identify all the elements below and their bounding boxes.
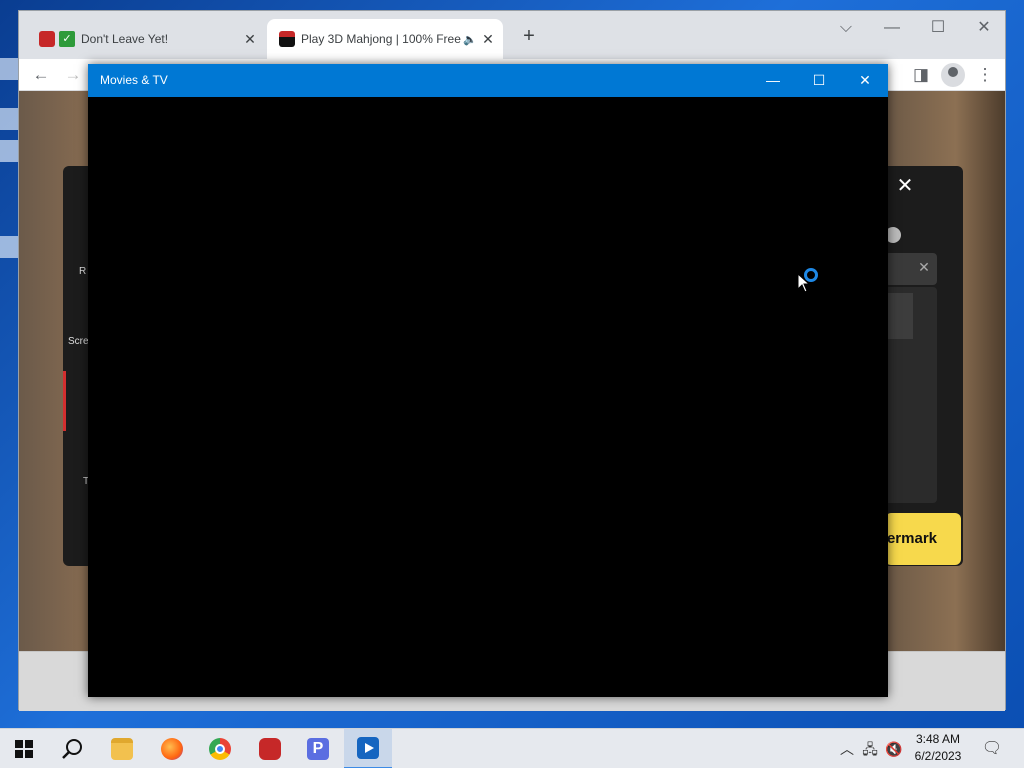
dialog-close-icon[interactable]: ✕ <box>893 173 917 197</box>
close-button[interactable]: ✕ <box>961 13 1007 43</box>
movies-tv-icon <box>357 737 379 759</box>
minimize-button[interactable]: — <box>750 64 796 97</box>
clock-time: 3:48 AM <box>915 732 961 746</box>
tab-close-icon[interactable]: ✕ <box>477 31 499 48</box>
firefox-button[interactable] <box>148 729 196 768</box>
file-explorer-button[interactable] <box>98 729 146 768</box>
menu-kebab-icon[interactable]: ⋮ <box>973 63 997 87</box>
start-button[interactable] <box>0 729 48 768</box>
clear-field-icon[interactable]: ✕ <box>915 259 933 277</box>
desktop-icon[interactable] <box>0 140 18 162</box>
p-app-button[interactable]: P <box>294 729 342 768</box>
movies-titlebar[interactable]: Movies & TV — ☐ ✕ <box>88 64 888 97</box>
volume-muted-icon[interactable]: 🔇 <box>884 729 904 768</box>
dialog-preview-box <box>885 293 913 339</box>
tab-search-chevron-icon[interactable]: ⌵ <box>823 13 869 43</box>
movies-tv-window[interactable]: Movies & TV — ☐ ✕ <box>88 64 888 697</box>
windows-icon <box>15 740 33 758</box>
desktop-icon[interactable] <box>0 58 18 80</box>
tab-dont-leave-yet[interactable]: ✓ Don't Leave Yet! ✕ <box>27 19 265 59</box>
taskbar: P ︿ 🖧 🔇 3:48 AM 6/2/2023 🗨 <box>0 728 1024 768</box>
side-panel-icon[interactable]: ◨ <box>909 63 933 87</box>
tab-strip: ✓ Don't Leave Yet! ✕ Play 3D Mahjong | 1… <box>19 11 1005 59</box>
firefox-icon <box>161 738 183 760</box>
dialog-menu-item[interactable]: R <box>79 266 86 277</box>
hat-favicon-icon <box>279 31 295 47</box>
dialog-menu-item[interactable]: Scre <box>68 336 89 347</box>
desktop-icon[interactable] <box>0 108 18 130</box>
show-hidden-icons-chevron-icon[interactable]: ︿ <box>838 729 856 768</box>
close-button[interactable]: ✕ <box>842 64 888 97</box>
search-icon <box>62 739 82 759</box>
tab-mahjong[interactable]: Play 3D Mahjong | 100% Free 🔈 ✕ <box>267 19 503 59</box>
folder-icon <box>111 738 133 760</box>
mouse-cursor-icon <box>797 273 811 293</box>
checkmark-icon: ✓ <box>59 31 75 47</box>
back-arrow-icon[interactable]: ← <box>29 63 53 87</box>
clock[interactable]: 3:48 AM 6/2/2023 <box>902 731 974 765</box>
chrome-button[interactable] <box>196 729 244 768</box>
minimize-button[interactable]: — <box>869 13 915 43</box>
speaker-icon[interactable]: 🔈 <box>463 33 477 46</box>
new-tab-button[interactable]: + <box>517 25 541 49</box>
network-icon[interactable]: 🖧 <box>860 729 880 768</box>
recorder-icon <box>259 738 281 760</box>
notifications-icon[interactable]: 🗨 <box>980 729 1004 768</box>
tab-close-icon[interactable]: ✕ <box>239 31 261 48</box>
screen-recorder-button[interactable] <box>246 729 294 768</box>
profile-avatar-icon[interactable] <box>941 63 965 87</box>
clock-date: 6/2/2023 <box>914 749 962 763</box>
search-button[interactable] <box>48 729 96 768</box>
tab-title: Play 3D Mahjong | 100% Free <box>301 32 461 46</box>
forward-arrow-icon[interactable]: → <box>61 63 85 87</box>
maximize-button[interactable]: ☐ <box>915 13 961 43</box>
selected-indicator <box>63 371 66 431</box>
movies-tv-button[interactable] <box>344 729 392 768</box>
tab-title: Don't Leave Yet! <box>81 32 169 46</box>
remove-watermark-button[interactable]: ermark <box>885 513 961 565</box>
desktop-icon[interactable] <box>0 236 18 258</box>
recorder-favicon-icon <box>39 31 55 47</box>
p-app-icon: P <box>307 738 329 760</box>
window-title: Movies & TV <box>100 73 168 87</box>
chrome-icon <box>209 738 231 760</box>
maximize-button[interactable]: ☐ <box>796 64 842 97</box>
